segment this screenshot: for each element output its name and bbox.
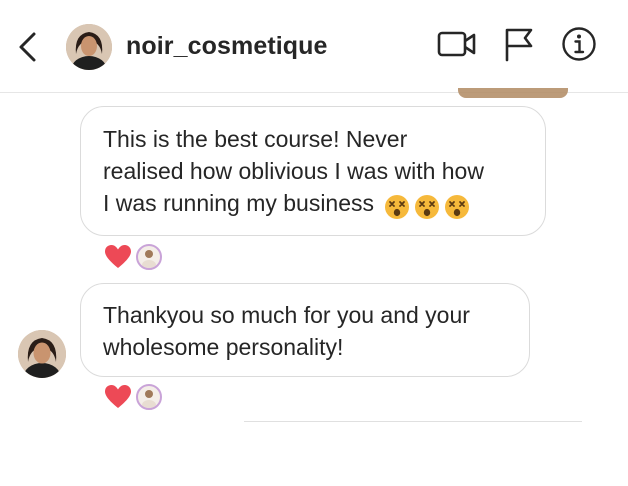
info-icon[interactable] xyxy=(561,26,597,62)
back-chevron-icon[interactable] xyxy=(14,30,40,64)
profile-avatar[interactable] xyxy=(66,24,112,70)
message-text-line: realised how oblivious I was with how xyxy=(103,158,484,184)
video-call-icon[interactable] xyxy=(437,26,477,62)
message-text-line: Thankyou so much for you and your xyxy=(103,302,470,328)
flag-icon[interactable] xyxy=(502,26,536,62)
message-text-line: This is the best course! Never xyxy=(103,126,408,152)
heart-icon xyxy=(105,385,131,408)
previous-media-edge xyxy=(458,88,568,98)
message-bubble[interactable]: Thankyou so much for you and your wholes… xyxy=(80,283,530,377)
reactor-avatar xyxy=(136,244,162,270)
emoji-group xyxy=(384,189,474,221)
message-text-line: I was running my business xyxy=(103,187,523,221)
chat-username[interactable]: noir_cosmetique xyxy=(126,32,328,61)
dizzy-face-emoji xyxy=(445,194,470,219)
dizzy-face-emoji xyxy=(385,194,410,219)
profile-photo xyxy=(66,24,112,70)
dizzy-face-emoji xyxy=(415,194,440,219)
message-text-line: wholesome personality! xyxy=(103,334,344,360)
divider xyxy=(244,421,582,422)
chat-header: noir_cosmetique xyxy=(0,0,628,93)
sender-photo xyxy=(18,330,66,378)
reactor-avatar xyxy=(136,384,162,410)
sender-avatar[interactable] xyxy=(18,330,66,378)
message-text: I was running my business xyxy=(103,190,375,216)
message-bubble[interactable]: This is the best course! Never realised … xyxy=(80,106,546,236)
heart-icon xyxy=(105,245,131,268)
